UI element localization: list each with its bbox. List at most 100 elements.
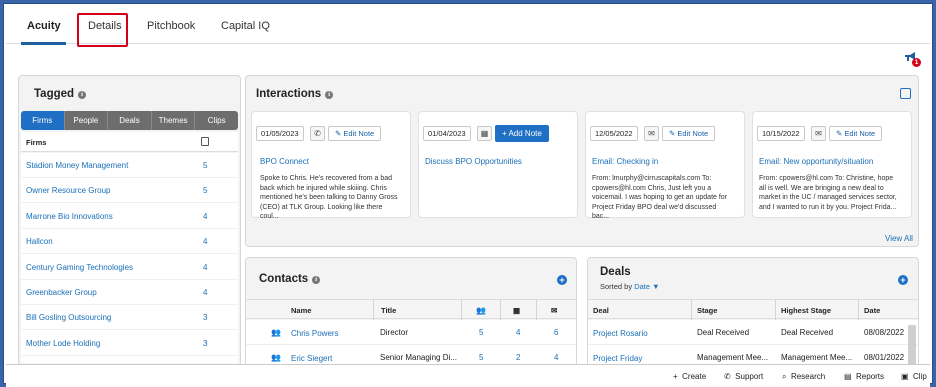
info-icon[interactable]: i (312, 276, 321, 284)
reports-icon: ▤ (844, 372, 852, 381)
segment-deals[interactable]: Deals (108, 111, 152, 130)
deal-name[interactable]: Project Rosario (593, 329, 648, 338)
column-stage[interactable]: Stage (697, 306, 717, 315)
deals-scrollbar[interactable] (908, 325, 916, 365)
column-deal[interactable]: Deal (593, 306, 609, 315)
document-icon[interactable] (201, 137, 209, 146)
firm-name[interactable]: Hallcon (26, 237, 53, 246)
edit-note-button[interactable]: ✎ Edit Note (328, 126, 382, 141)
list-item[interactable]: Owner Resource Group 5 (21, 178, 238, 203)
firm-name[interactable]: Bill Gosling Outsourcing (26, 313, 111, 322)
table-row[interactable]: 👥 Eric Siegert Senior Managing Di... 5 2… (246, 345, 576, 365)
contact-name[interactable]: Eric Siegert (291, 354, 332, 363)
top-tab-bar: Acuity Details Pitchbook Capital IQ (6, 6, 930, 45)
deal-stage: Management Mee... (697, 353, 769, 362)
clip-button[interactable]: ▣ Clip (901, 372, 927, 381)
create-button[interactable]: + Create (673, 372, 706, 381)
segment-people[interactable]: People (64, 111, 109, 130)
interaction-date: 01/04/2023 (423, 126, 471, 141)
view-all-link[interactable]: View All (885, 234, 913, 243)
deals-title: Deals (600, 266, 631, 278)
edit-note-button[interactable]: ✎ Edit Note (662, 126, 716, 141)
details-tab-highlight (77, 13, 128, 47)
sort-dropdown[interactable]: Date (634, 282, 650, 291)
calendar-icon[interactable]: ▦ (513, 306, 520, 315)
info-icon[interactable]: i (78, 91, 87, 99)
tab-capital-iq[interactable]: Capital IQ (221, 20, 270, 32)
calendar-icon: ▦ (477, 126, 492, 141)
interaction-date: 10/15/2022 (757, 126, 805, 141)
list-item[interactable]: Bill Gosling Outsourcing 3 (21, 305, 238, 330)
deals-table-body: Project Rosario Deal Received Deal Recei… (588, 320, 918, 365)
phone-icon: ✆ (310, 126, 325, 141)
info-icon[interactable]: i (325, 91, 334, 99)
list-item[interactable]: Stadion Money Management 5 (21, 153, 238, 178)
contact-email-count[interactable]: 4 (554, 353, 558, 362)
research-button[interactable]: ⌕ Research (782, 372, 825, 382)
list-item[interactable]: Mother Lode Holding 3 (21, 331, 238, 356)
interaction-subject[interactable]: Email: New opportunity/situation (759, 157, 873, 166)
column-name[interactable]: Name (291, 306, 311, 315)
interaction-card: 12/05/2022 ✉ ✎ Edit Note Email: Checking… (585, 111, 745, 220)
contact-people-count[interactable]: 5 (479, 328, 483, 337)
phone-icon: ✆ (724, 372, 731, 381)
list-item[interactable]: Century Gaming Technologies 4 (21, 255, 238, 280)
interaction-subject[interactable]: BPO Connect (260, 157, 309, 166)
firm-count: 4 (203, 237, 208, 246)
firm-name[interactable]: Stadion Money Management (26, 161, 128, 170)
firm-name[interactable]: Greenbacker Group (26, 288, 97, 297)
interaction-subject[interactable]: Discuss BPO Opportunities (425, 157, 522, 166)
people-icon[interactable]: 👥 (476, 306, 486, 315)
tagged-segment-control: Firms People Deals Themes Clips (21, 111, 238, 130)
footer-toolbar: + Create ✆ Support ⌕ Research ▤ Reports … (6, 364, 930, 387)
list-item[interactable]: Greenbacker Group 4 (21, 280, 238, 305)
interaction-card: 10/15/2022 ✉ ✎ Edit Note Email: New oppo… (752, 111, 912, 218)
contact-people-count[interactable]: 5 (479, 353, 483, 362)
list-item[interactable]: Marrone Bio Innovations 4 (21, 204, 238, 229)
active-tab-indicator (21, 42, 66, 45)
edit-note-button[interactable]: ✎ Edit Note (829, 126, 883, 141)
firms-header-label: Firms (26, 138, 47, 147)
support-button[interactable]: ✆ Support (724, 372, 763, 381)
segment-clips[interactable]: Clips (195, 111, 238, 130)
reports-button[interactable]: ▤ Reports (844, 372, 884, 381)
contact-meeting-count[interactable]: 4 (516, 328, 520, 337)
column-highest-stage[interactable]: Highest Stage (781, 306, 831, 315)
chevron-down-icon[interactable]: ▼ (652, 282, 659, 291)
deal-date: 08/08/2022 (864, 328, 905, 337)
firm-name[interactable]: Century Gaming Technologies (26, 263, 133, 272)
firm-name[interactable]: Mother Lode Holding (26, 339, 100, 348)
firm-count: 5 (203, 186, 208, 195)
column-date[interactable]: Date (864, 306, 880, 315)
add-deal-button[interactable]: + (898, 275, 908, 285)
firm-count: 4 (203, 263, 208, 272)
interaction-card: 01/05/2023 ✆ ✎ Edit Note BPO Connect Spo… (251, 111, 411, 220)
segment-firms[interactable]: Firms (21, 111, 65, 130)
table-row[interactable]: Project Rosario Deal Received Deal Recei… (588, 320, 918, 345)
add-note-button[interactable]: + Add Note (495, 125, 549, 142)
tab-acuity[interactable]: Acuity (27, 20, 61, 32)
segment-themes[interactable]: Themes (151, 111, 196, 130)
contact-meeting-count[interactable]: 2 (516, 353, 520, 362)
firm-name[interactable]: Owner Resource Group (26, 186, 110, 195)
column-title[interactable]: Title (381, 306, 396, 315)
interaction-body: From: cpowers@hl.com To: Christine, hope… (759, 175, 897, 211)
add-contact-button[interactable]: + (557, 275, 567, 285)
sorted-by-label: Sorted by (600, 282, 633, 291)
person-icon: 👥 (271, 328, 281, 337)
firm-count: 4 (203, 288, 208, 297)
list-item[interactable]: Hallcon 4 (21, 229, 238, 254)
notification-badge: 1 (912, 58, 921, 67)
contact-email-count[interactable]: 6 (554, 328, 558, 337)
firm-name[interactable]: Marrone Bio Innovations (26, 212, 113, 221)
deal-name[interactable]: Project Friday (593, 354, 642, 363)
contacts-title: Contacts i (259, 273, 321, 285)
open-external-icon[interactable] (900, 88, 911, 99)
firm-count: 5 (203, 161, 208, 170)
tab-pitchbook[interactable]: Pitchbook (147, 20, 195, 32)
interaction-subject[interactable]: Email: Checking in (592, 157, 658, 166)
table-row[interactable]: 👥 Chris Powers Director 5 4 6 (246, 320, 576, 345)
table-row[interactable]: Project Friday Management Mee... Managem… (588, 345, 918, 365)
mail-icon[interactable]: ✉ (551, 306, 557, 315)
contact-name[interactable]: Chris Powers (291, 329, 339, 338)
